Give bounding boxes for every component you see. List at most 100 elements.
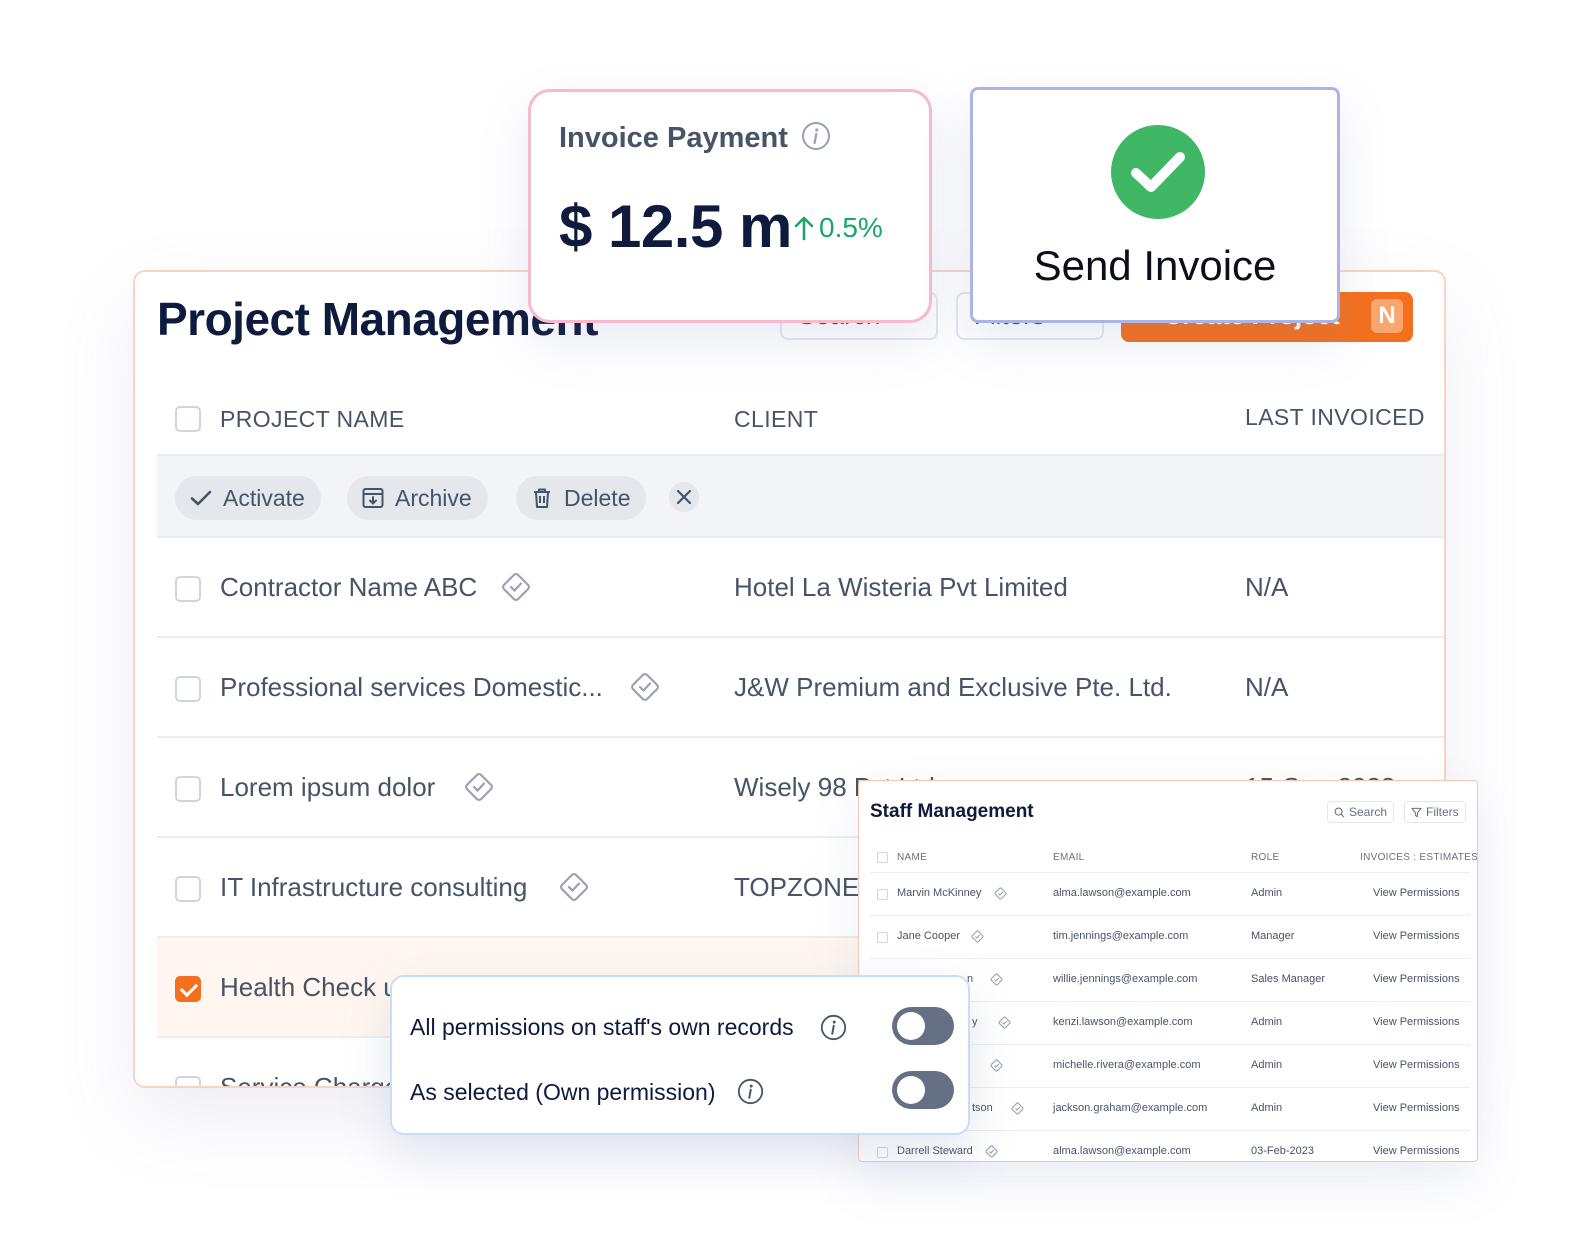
- project-name[interactable]: Lorem ipsum dolor: [220, 772, 435, 803]
- archive-label: Archive: [395, 484, 472, 511]
- view-permissions-link[interactable]: View Permissions: [1373, 1102, 1460, 1114]
- column-header-role[interactable]: ROLE: [1251, 852, 1279, 863]
- staff-name[interactable]: y: [972, 1016, 978, 1028]
- verified-badge-icon: [502, 573, 530, 601]
- staff-email: michelle.rivera@example.com: [1053, 1059, 1201, 1071]
- view-permissions-link[interactable]: View Permissions: [1373, 930, 1460, 942]
- row-checkbox[interactable]: [175, 876, 201, 902]
- select-all-checkbox[interactable]: [175, 406, 201, 432]
- row-checkbox[interactable]: [175, 776, 201, 802]
- table-header: PROJECT NAME CLIENT LAST INVOICED: [157, 380, 1444, 456]
- staff-name[interactable]: Darrell Steward: [897, 1145, 973, 1157]
- staff-management-title: Staff Management: [870, 801, 1034, 822]
- invoice-payment-card: Invoice Payment $ 12.5 m 0.5%: [528, 89, 932, 323]
- staff-row[interactable]: Darrell Steward alma.lawson@example.com …: [870, 1131, 1470, 1161]
- activate-label: Activate: [223, 484, 305, 511]
- view-permissions-link[interactable]: View Permissions: [1373, 973, 1460, 985]
- view-permissions-link[interactable]: View Permissions: [1373, 887, 1460, 899]
- archive-icon: [362, 488, 384, 508]
- staff-filters-button[interactable]: Filters: [1404, 801, 1466, 823]
- info-icon[interactable]: [801, 121, 831, 151]
- row-checkbox[interactable]: [175, 1076, 201, 1086]
- client-name: J&W Premium and Exclusive Pte. Ltd.: [734, 672, 1172, 702]
- row-checkbox[interactable]: [175, 576, 201, 602]
- column-header-project-name[interactable]: PROJECT NAME: [220, 406, 405, 433]
- verified-badge-icon: [998, 1016, 1011, 1029]
- staff-email: alma.lawson@example.com: [1053, 887, 1191, 899]
- view-permissions-link[interactable]: View Permissions: [1373, 1059, 1460, 1071]
- project-name[interactable]: Health Check up: [220, 972, 412, 1003]
- verified-badge-icon: [994, 887, 1007, 900]
- staff-name[interactable]: Marvin McKinney: [897, 887, 981, 899]
- staff-row[interactable]: Marvin McKinney alma.lawson@example.com …: [870, 873, 1470, 916]
- info-icon[interactable]: [820, 1014, 847, 1041]
- verified-badge-icon: [560, 873, 588, 901]
- project-name[interactable]: Contractor Name ABC: [220, 572, 477, 603]
- view-permissions-link[interactable]: View Permissions: [1373, 1016, 1460, 1028]
- verified-badge-icon: [971, 930, 984, 943]
- change-indicator: 0.5%: [793, 212, 883, 244]
- column-header-last-invoiced[interactable]: LAST INVOICED: [1245, 404, 1425, 431]
- staff-row-checkbox[interactable]: [877, 932, 888, 943]
- client-name: Hotel La Wisteria Pvt Limited: [734, 572, 1068, 602]
- close-icon: [676, 489, 692, 505]
- column-header-client[interactable]: CLIENT: [734, 406, 818, 433]
- toggle-own-permission[interactable]: [892, 1071, 954, 1109]
- success-check-icon: [1111, 125, 1205, 219]
- send-invoice-card[interactable]: Send Invoice: [970, 87, 1340, 323]
- staff-row[interactable]: Jane Cooper tim.jennings@example.com Man…: [870, 916, 1470, 959]
- permission-option-selected-label: As selected (Own permission): [410, 1079, 716, 1105]
- staff-email: kenzi.lawson@example.com: [1053, 1016, 1193, 1028]
- view-permissions-link[interactable]: View Permissions: [1373, 1145, 1460, 1157]
- verified-badge-icon: [990, 973, 1003, 986]
- staff-name[interactable]: Jane Cooper: [897, 930, 960, 942]
- row-checkbox[interactable]: [175, 676, 201, 702]
- staff-search-label: Search: [1349, 805, 1388, 819]
- staff-role: Admin: [1251, 887, 1283, 899]
- shortcut-badge: N: [1371, 299, 1403, 333]
- clear-selection-button[interactable]: [669, 482, 699, 512]
- activate-button[interactable]: Activate: [175, 476, 321, 520]
- info-icon[interactable]: [737, 1078, 764, 1105]
- staff-role: Manager: [1251, 930, 1295, 942]
- table-row[interactable]: Contractor Name ABC Hotel La Wisteria Pv…: [157, 538, 1444, 638]
- project-name[interactable]: Professional services Domestic...: [220, 672, 603, 703]
- verified-badge-icon: [985, 1145, 998, 1158]
- archive-button[interactable]: Archive: [347, 476, 488, 520]
- verified-badge-icon: [1011, 1102, 1024, 1115]
- verified-badge-icon: [465, 773, 493, 801]
- staff-role: 03-Feb-2023: [1251, 1145, 1314, 1157]
- staff-table-header: NAME EMAIL ROLE INVOICES : ESTIMATES: [870, 843, 1477, 873]
- staff-email: alma.lawson@example.com: [1053, 1145, 1191, 1157]
- project-name[interactable]: IT Infrastructure consulting: [220, 872, 527, 903]
- staff-row-checkbox[interactable]: [877, 1147, 888, 1158]
- toggle-knob: [897, 1012, 925, 1040]
- trash-icon: [534, 488, 550, 508]
- invoice-amount: $ 12.5 m: [559, 193, 792, 260]
- staff-select-all-checkbox[interactable]: [877, 852, 888, 863]
- verified-badge-icon: [990, 1059, 1003, 1072]
- client-name: TOPZONE: [734, 872, 860, 902]
- column-header-invoices[interactable]: INVOICES : ESTIMATES: [1360, 852, 1477, 863]
- staff-row-checkbox[interactable]: [877, 889, 888, 900]
- toggle-all-permissions[interactable]: [892, 1007, 954, 1045]
- delete-button[interactable]: Delete: [516, 476, 647, 520]
- staff-filters-label: Filters: [1426, 805, 1459, 819]
- row-checkbox[interactable]: [175, 976, 201, 1002]
- delete-label: Delete: [564, 484, 631, 511]
- table-row[interactable]: Professional services Domestic... J&W Pr…: [157, 638, 1444, 738]
- staff-name[interactable]: tson: [972, 1102, 993, 1114]
- filter-icon: [1411, 807, 1422, 817]
- arrow-up-icon: [794, 216, 814, 241]
- bulk-action-bar: Activate Archive Delete: [157, 456, 1444, 538]
- column-header-name[interactable]: NAME: [897, 852, 927, 863]
- staff-email: willie.jennings@example.com: [1053, 973, 1198, 985]
- project-name[interactable]: Service Charge: [220, 1072, 399, 1086]
- invoice-payment-title: Invoice Payment: [559, 122, 788, 154]
- column-header-email[interactable]: EMAIL: [1053, 852, 1085, 863]
- last-invoiced: N/A: [1245, 672, 1289, 702]
- staff-role: Sales Manager: [1251, 973, 1325, 985]
- verified-badge-icon: [631, 673, 659, 701]
- staff-search-button[interactable]: Search: [1327, 801, 1395, 823]
- send-invoice-label: Send Invoice: [1033, 242, 1277, 289]
